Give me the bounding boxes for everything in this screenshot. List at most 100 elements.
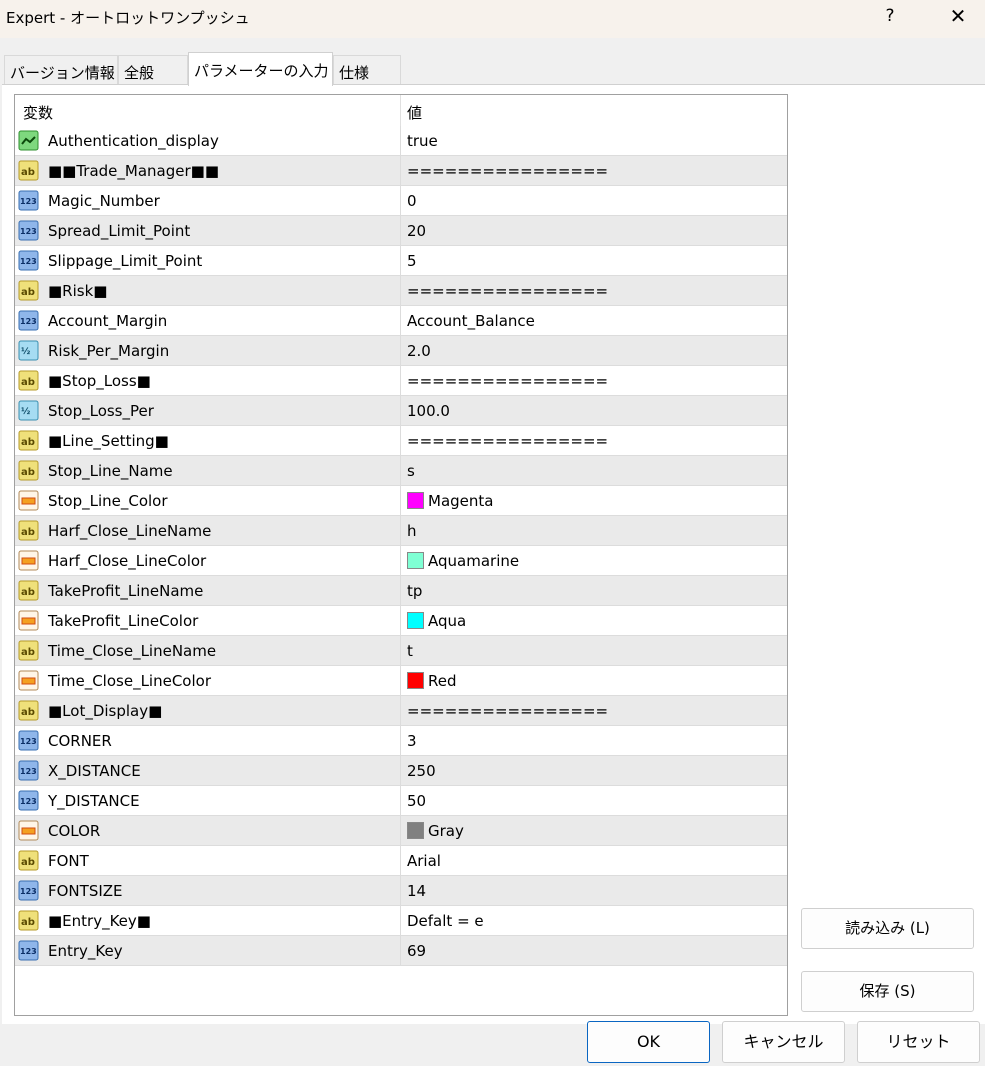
column-divider: [400, 606, 401, 635]
column-divider: [400, 846, 401, 875]
parameter-value-cell[interactable]: ================: [407, 702, 608, 720]
column-divider: [400, 786, 401, 815]
parameter-row[interactable]: ab FONT Arial: [15, 846, 787, 876]
parameter-row[interactable]: Stop_Line_Color Magenta: [15, 486, 787, 516]
save-button[interactable]: 保存 (S): [801, 971, 974, 1012]
parameter-row[interactable]: ab ■Entry_Key■ Defalt = e: [15, 906, 787, 936]
parameter-value: Gray: [428, 822, 464, 840]
column-header-value[interactable]: 値: [407, 102, 422, 123]
parameter-value: true: [407, 132, 438, 150]
parameter-value-cell[interactable]: ================: [407, 372, 608, 390]
parameter-value-cell[interactable]: 14: [407, 882, 426, 900]
column-divider[interactable]: [400, 95, 401, 127]
parameter-value-cell[interactable]: Defalt = e: [407, 912, 484, 930]
parameter-row[interactable]: 123 Magic_Number 0: [15, 186, 787, 216]
color-swatch: [407, 552, 424, 569]
parameter-value-cell[interactable]: Arial: [407, 852, 441, 870]
parameter-name: Harf_Close_LineColor: [48, 552, 207, 570]
tab-strip: バージョン情報 全般 パラメーターの入力 仕様: [0, 52, 985, 86]
load-button[interactable]: 読み込み (L): [801, 908, 974, 949]
tab-version-info[interactable]: バージョン情報: [4, 55, 118, 85]
parameter-value-cell[interactable]: 100.0: [407, 402, 450, 420]
parameter-value-cell[interactable]: Gray: [407, 822, 464, 840]
tab-general[interactable]: 全般: [118, 55, 188, 85]
parameter-value: Defalt = e: [407, 912, 484, 930]
parameter-value-cell[interactable]: Magenta: [407, 492, 493, 510]
parameter-row[interactable]: ab ■Risk■ ================: [15, 276, 787, 306]
parameter-value-cell[interactable]: 2.0: [407, 342, 431, 360]
parameter-row[interactable]: Authentication_display true: [15, 126, 787, 156]
column-divider: [400, 756, 401, 785]
parameter-name: Account_Margin: [48, 312, 168, 330]
parameter-row[interactable]: ab TakeProfit_LineName tp: [15, 576, 787, 606]
parameter-value-cell[interactable]: 0: [407, 192, 417, 210]
parameter-value: 3: [407, 732, 417, 750]
string-type-icon: ab: [18, 850, 39, 871]
parameter-value-cell[interactable]: Red: [407, 672, 457, 690]
parameter-row[interactable]: ab Stop_Line_Name s: [15, 456, 787, 486]
parameter-value-cell[interactable]: ================: [407, 282, 608, 300]
ok-button[interactable]: OK: [587, 1021, 710, 1063]
parameter-name: ■Stop_Loss■: [48, 372, 151, 390]
parameter-name: Stop_Loss_Per: [48, 402, 154, 420]
double-type-icon: ½: [18, 400, 39, 421]
parameter-name: ■Line_Setting■: [48, 432, 169, 450]
parameter-row[interactable]: 123 FONTSIZE 14: [15, 876, 787, 906]
parameter-value: ================: [407, 162, 609, 180]
parameter-value: Magenta: [428, 492, 494, 510]
svg-text:123: 123: [20, 887, 37, 896]
color-swatch: [407, 492, 424, 509]
parameter-value-cell[interactable]: Aquamarine: [407, 552, 519, 570]
color-type-icon: [18, 670, 39, 691]
parameter-value-cell[interactable]: 50: [407, 792, 426, 810]
parameter-value-cell[interactable]: 250: [407, 762, 436, 780]
parameter-name: ■Lot_Display■: [48, 702, 163, 720]
parameter-value-cell[interactable]: h: [407, 522, 417, 540]
parameter-row[interactable]: ab Time_Close_LineName t: [15, 636, 787, 666]
reset-button[interactable]: リセット: [857, 1021, 980, 1063]
parameter-row[interactable]: ab ■Line_Setting■ ================: [15, 426, 787, 456]
close-button[interactable]: ✕: [946, 4, 970, 28]
parameter-value-cell[interactable]: ================: [407, 162, 608, 180]
parameter-value-cell[interactable]: Account_Balance: [407, 312, 535, 330]
parameter-row[interactable]: ½ Risk_Per_Margin 2.0: [15, 336, 787, 366]
parameter-row[interactable]: 123 X_DISTANCE 250: [15, 756, 787, 786]
parameter-value-cell[interactable]: true: [407, 132, 438, 150]
parameter-row[interactable]: 123 Slippage_Limit_Point 5: [15, 246, 787, 276]
parameter-row[interactable]: ½ Stop_Loss_Per 100.0: [15, 396, 787, 426]
tab-input-parameters[interactable]: パラメーターの入力: [188, 52, 333, 86]
tab-specification[interactable]: 仕様: [333, 55, 401, 85]
parameter-value-cell[interactable]: 69: [407, 942, 426, 960]
parameter-row[interactable]: Harf_Close_LineColor Aquamarine: [15, 546, 787, 576]
column-header-variable[interactable]: 変数: [23, 102, 53, 123]
parameter-row[interactable]: 123 Spread_Limit_Point 20: [15, 216, 787, 246]
column-divider: [400, 726, 401, 755]
parameter-value-cell[interactable]: tp: [407, 582, 422, 600]
parameter-name: Harf_Close_LineName: [48, 522, 212, 540]
parameter-value: tp: [407, 582, 423, 600]
parameter-row[interactable]: ab ■■Trade_Manager■■ ================: [15, 156, 787, 186]
parameter-row[interactable]: TakeProfit_LineColor Aqua: [15, 606, 787, 636]
parameter-name: Time_Close_LineName: [48, 642, 217, 660]
help-button[interactable]: ?: [880, 6, 900, 26]
parameter-value-cell[interactable]: Aqua: [407, 612, 466, 630]
parameter-row[interactable]: 123 Account_Margin Account_Balance: [15, 306, 787, 336]
parameter-value-cell[interactable]: 3: [407, 732, 417, 750]
parameter-row[interactable]: COLOR Gray: [15, 816, 787, 846]
parameter-value-cell[interactable]: s: [407, 462, 415, 480]
parameter-value-cell[interactable]: 5: [407, 252, 417, 270]
parameter-row[interactable]: ab ■Stop_Loss■ ================: [15, 366, 787, 396]
parameter-row[interactable]: 123 CORNER 3: [15, 726, 787, 756]
parameter-row[interactable]: Time_Close_LineColor Red: [15, 666, 787, 696]
parameter-row[interactable]: 123 Y_DISTANCE 50: [15, 786, 787, 816]
parameter-value-cell[interactable]: 20: [407, 222, 426, 240]
parameter-row[interactable]: ab ■Lot_Display■ ================: [15, 696, 787, 726]
cancel-button[interactable]: キャンセル: [722, 1021, 845, 1063]
parameter-row[interactable]: ab Harf_Close_LineName h: [15, 516, 787, 546]
parameter-value-cell[interactable]: t: [407, 642, 413, 660]
parameter-value-cell[interactable]: ================: [407, 432, 608, 450]
grid-header: 変数 値: [15, 95, 787, 127]
int-type-icon: 123: [18, 250, 39, 271]
string-type-icon: ab: [18, 160, 39, 181]
parameter-row[interactable]: 123 Entry_Key 69: [15, 936, 787, 966]
